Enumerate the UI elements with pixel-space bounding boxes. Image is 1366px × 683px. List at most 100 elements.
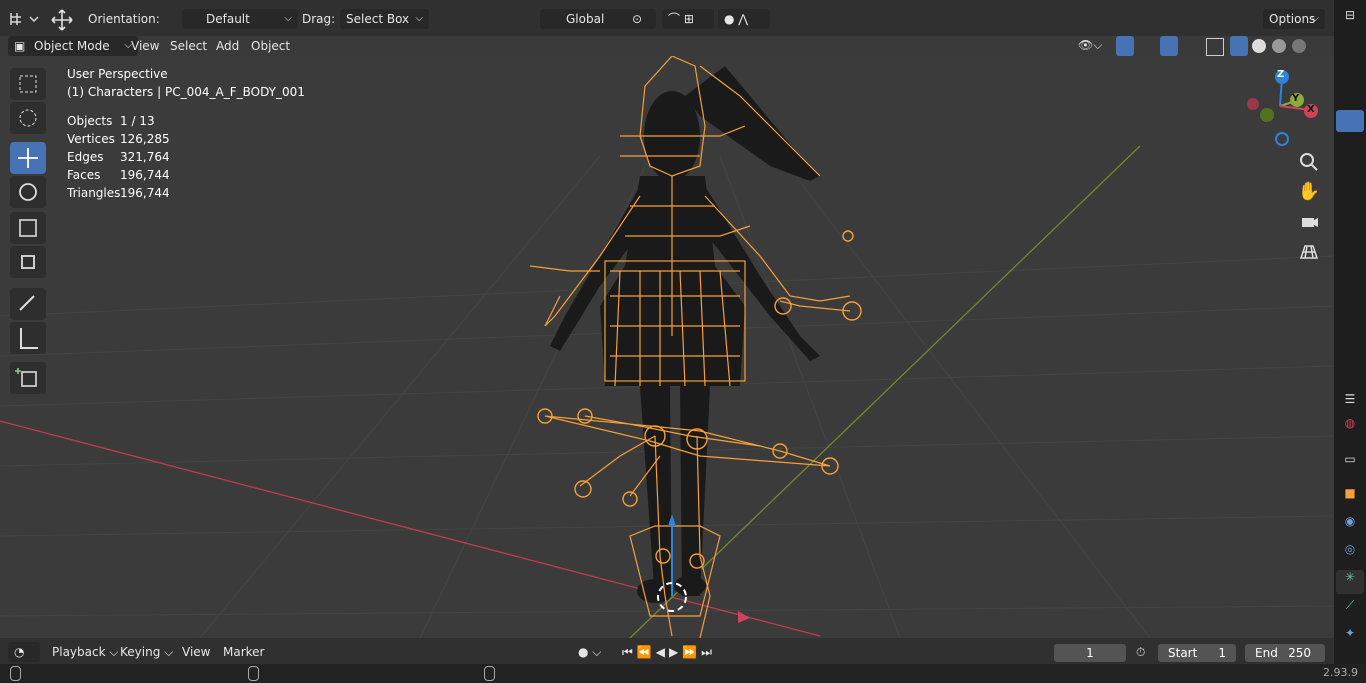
editor-type-icon[interactable] [8, 9, 40, 29]
measure-tool[interactable] [10, 322, 46, 354]
rendered-shading-icon[interactable] [1292, 39, 1306, 53]
editor-type-icon[interactable]: ⊟ [1336, 8, 1364, 32]
armature-properties-icon[interactable]: ✳ [1336, 570, 1364, 594]
menu-keying[interactable]: Keying ⌵ [114, 642, 179, 662]
start-label: Start [1168, 646, 1198, 660]
drag-value: Select Box [346, 12, 410, 26]
current-frame-field[interactable]: 1 [1054, 644, 1126, 662]
drag-label: Drag: [302, 12, 336, 26]
3d-viewport[interactable]: User Perspective (1) Characters | PC_004… [0, 56, 1334, 638]
xray-icon[interactable] [1206, 38, 1224, 56]
mouse-middle-icon [248, 666, 259, 681]
hand-icon[interactable]: ✋ [1295, 178, 1323, 206]
stat-triangles-value: 196,744 [120, 186, 170, 200]
physics-properties-icon[interactable]: ◎ [1336, 542, 1364, 566]
material-shading-icon[interactable] [1272, 39, 1286, 53]
stat-edges-label: Edges [67, 150, 104, 164]
chevron-down-icon: ⌵ [284, 13, 292, 24]
menu-add[interactable]: Add [210, 36, 245, 56]
move-tool[interactable] [10, 142, 46, 174]
overlay-icon[interactable] [1160, 36, 1178, 56]
collection-label: (1) Characters | PC_004_A_F_BODY_001 [67, 85, 305, 99]
menu-view-timeline[interactable]: View [176, 642, 216, 662]
chevron-down-icon: ⌵ [415, 13, 423, 24]
status-bar: 2.93.9 [0, 664, 1366, 683]
clock-icon[interactable]: ⏱ [1136, 645, 1145, 660]
orientation-label: Orientation: [88, 12, 160, 26]
navigation-gizmo[interactable]: Z Y X [1240, 66, 1320, 146]
constraint-properties-icon[interactable]: ✦ [1336, 626, 1364, 650]
current-frame-value: 1 [1086, 646, 1094, 660]
bone-properties-icon[interactable]: ⟋ [1336, 598, 1364, 622]
playback-controls[interactable]: ⏮⏪◀▶⏩⏭ [616, 642, 722, 662]
menu-marker[interactable]: Marker [217, 642, 270, 662]
stat-edges-value: 321,764 [120, 150, 170, 164]
tool-properties-icon[interactable]: ☰ [1336, 392, 1364, 416]
camera-icon[interactable] [1295, 208, 1323, 236]
menu-view[interactable]: View [125, 36, 165, 56]
cursor-tool[interactable] [10, 102, 46, 134]
object-properties-icon[interactable]: ■ [1336, 486, 1364, 510]
menu-select[interactable]: Select [164, 36, 213, 56]
active-tab-indicator[interactable] [1336, 110, 1364, 132]
mouse-left-icon [10, 666, 21, 681]
move-icon[interactable] [50, 8, 74, 32]
mode-dropdown[interactable]: ▣ Object Mode ⌵ [8, 36, 138, 56]
menu-object[interactable]: Object [245, 36, 296, 56]
drag-dropdown[interactable]: Select Box ⌵ [340, 9, 429, 29]
chevron-down-icon: ⌵ [1311, 13, 1319, 24]
pivot-icon[interactable]: ⊙ [626, 9, 656, 29]
end-value: 250 [1288, 646, 1311, 660]
timeline-header: ◔ Playback ⌵ Keying ⌵ View Marker ● ⌵ ⏮⏪… [0, 638, 1334, 664]
transform-space-value: Global [566, 12, 605, 26]
gizmo-z-label: Z [1277, 69, 1285, 80]
gizmo-icon[interactable] [1116, 36, 1134, 56]
solid-shading-icon[interactable] [1252, 39, 1266, 53]
end-frame-field[interactable]: End 250 [1245, 644, 1325, 662]
options-dropdown[interactable]: Options ⌵ [1263, 9, 1325, 29]
version-label: 2.93.9 [1323, 666, 1358, 679]
start-frame-field[interactable]: Start 1 [1158, 644, 1236, 662]
perspective-label: User Perspective [67, 67, 168, 81]
transform-space-dropdown[interactable]: Global ⌵ [540, 9, 640, 29]
stat-faces-value: 196,744 [120, 168, 170, 182]
stat-faces-label: Faces [67, 168, 101, 182]
add-cube-tool[interactable] [10, 362, 46, 394]
viewport-subheader: ▣ Object Mode ⌵ View Select Add Object 👁… [0, 36, 1334, 56]
stat-triangles-label: Triangles [67, 186, 121, 200]
grid-icon[interactable] [1295, 238, 1323, 266]
record-icon[interactable]: ● ⌵ [572, 642, 607, 662]
world-properties-icon[interactable]: ◍ [1336, 416, 1364, 440]
orientation-value: Default [206, 12, 250, 26]
keying-label: Keying [120, 645, 161, 659]
gizmo-x-label: X [1307, 104, 1315, 115]
rotate-tool[interactable] [10, 176, 46, 208]
viewport-header: Orientation: Default ⌵ Drag: Select Box … [0, 0, 1334, 36]
modifier-properties-icon[interactable]: ◉ [1336, 514, 1364, 538]
transform-tool[interactable] [10, 246, 46, 278]
zoom-icon[interactable] [1295, 148, 1323, 176]
snap-icon[interactable]: ⌒ ⊞ [662, 9, 714, 29]
end-label: End [1255, 646, 1278, 660]
select-box-tool[interactable] [10, 68, 46, 100]
options-label: Options [1269, 12, 1316, 26]
mode-value: Object Mode [34, 39, 110, 53]
annotate-tool[interactable] [10, 288, 46, 320]
collection-properties-icon[interactable]: ▭ [1336, 452, 1364, 476]
wireframe-shading-icon[interactable] [1230, 36, 1248, 56]
stat-objects-label: Objects [67, 114, 113, 128]
orientation-dropdown[interactable]: Default ⌵ [182, 9, 298, 29]
proportional-icon[interactable]: ● ⋀ [718, 9, 770, 29]
stat-vertices-value: 126,285 [120, 132, 170, 146]
object-mode-icon: ▣ [14, 39, 26, 53]
stat-vertices-label: Vertices [67, 132, 115, 146]
gizmo-y-label: Y [1292, 93, 1300, 104]
playback-label: Playback [52, 645, 106, 659]
stat-objects-value: 1 / 13 [120, 114, 155, 128]
scale-tool[interactable] [10, 212, 46, 244]
mouse-right-icon [484, 666, 495, 681]
viewport-canvas [0, 56, 1334, 638]
visibility-icon[interactable]: 👁⌵ [1078, 38, 1108, 54]
timeline-editor-icon[interactable]: ◔ [8, 642, 40, 662]
menu-playback[interactable]: Playback ⌵ [46, 642, 124, 662]
